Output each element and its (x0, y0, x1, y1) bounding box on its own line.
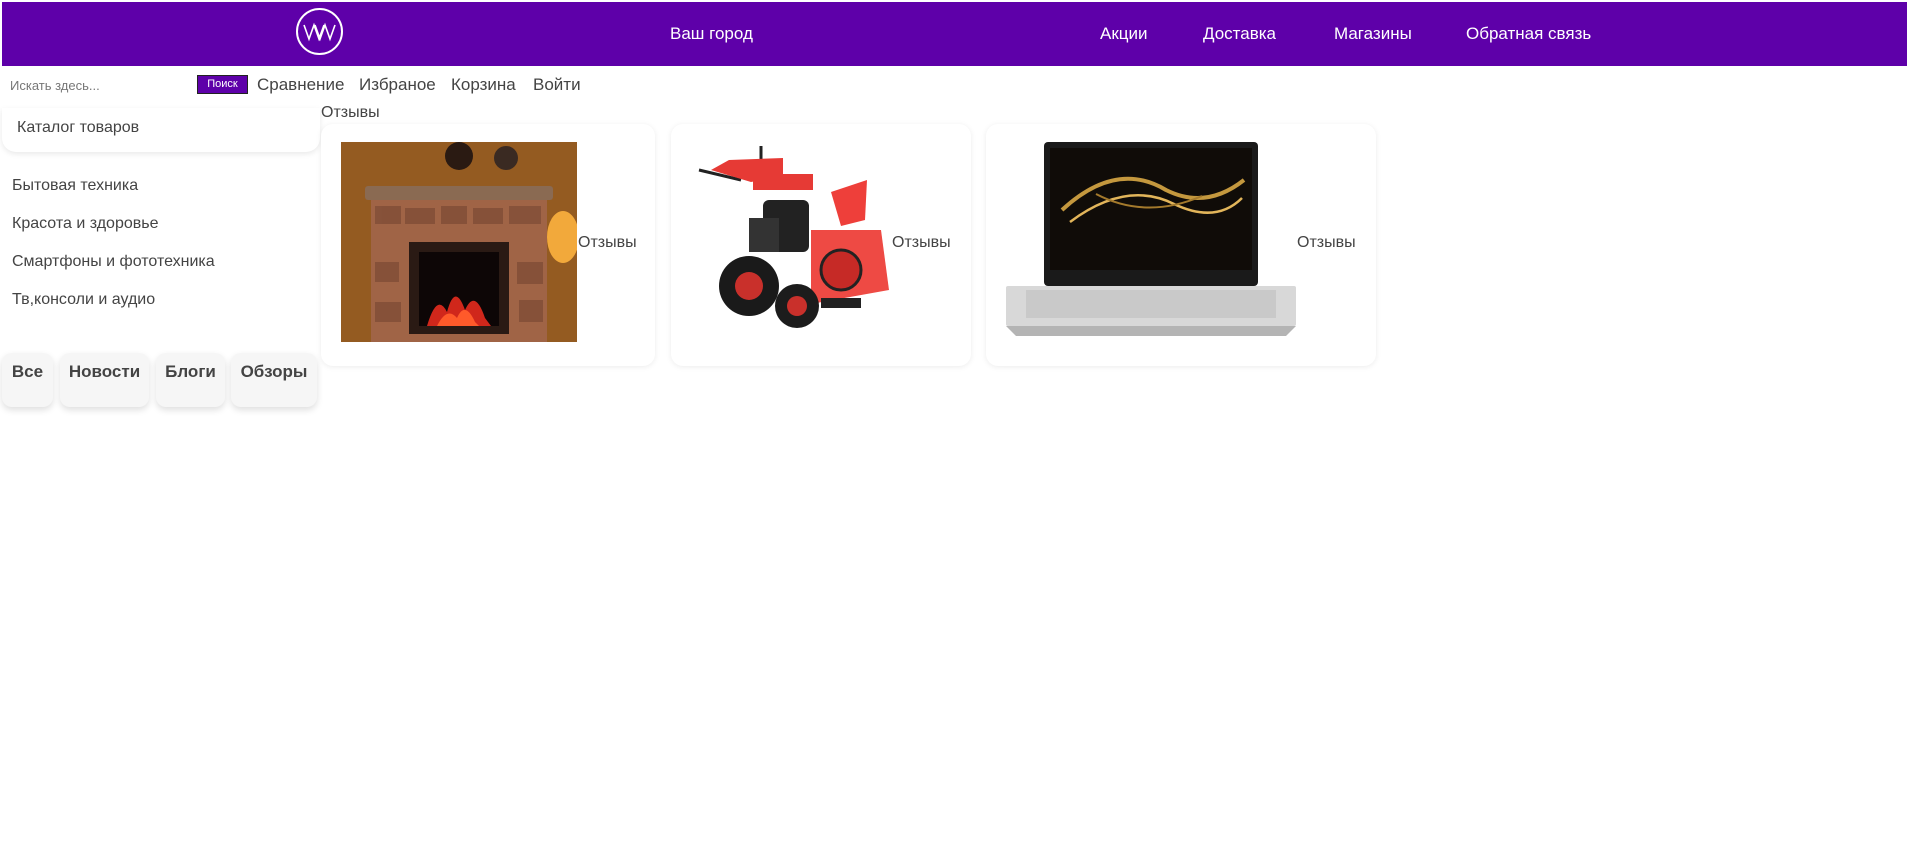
product-reviews-link[interactable]: Отзывы (892, 234, 951, 252)
tag-blogs[interactable]: Блоги (156, 353, 225, 407)
tag-news[interactable]: Новости (60, 353, 149, 407)
product-card[interactable]: Отзывы (671, 124, 971, 366)
category-appliances[interactable]: Бытовая техника (12, 177, 138, 195)
category-smartphones-photo[interactable]: Смартфоны и фототехника (12, 253, 215, 271)
city-selector[interactable]: Ваш город (670, 24, 753, 44)
product-reviews-link[interactable]: Отзывы (1297, 234, 1356, 252)
search-button[interactable]: Поиск (197, 75, 248, 94)
nav-feedback[interactable]: Обратная связь (1466, 24, 1591, 44)
snowblower-image (698, 146, 889, 328)
tag-all[interactable]: Все (2, 353, 53, 407)
product-card[interactable]: Отзывы (321, 124, 655, 366)
favorites-link[interactable]: Избраное (359, 75, 436, 95)
product-card[interactable]: Отзывы (986, 124, 1376, 366)
nav-delivery[interactable]: Доставка (1203, 24, 1276, 44)
catalog-button[interactable]: Каталог товаров (2, 108, 320, 152)
logo[interactable] (296, 8, 343, 55)
compare-link[interactable]: Сравнение (257, 75, 344, 95)
tag-reviews[interactable]: Обзоры (231, 353, 317, 407)
category-tv-consoles-audio[interactable]: Тв,консоли и аудио (12, 291, 155, 309)
logo-mark (303, 22, 336, 42)
category-beauty-health[interactable]: Красота и здоровье (12, 215, 158, 233)
login-link[interactable]: Войти (533, 75, 581, 95)
laptop-image (1006, 142, 1296, 336)
cart-link[interactable]: Корзина (451, 75, 516, 95)
site-header: Ваш город Акции Доставка Магазины Обратн… (2, 2, 1907, 66)
nav-stores[interactable]: Магазины (1334, 24, 1412, 44)
nav-promotions[interactable]: Акции (1100, 24, 1148, 44)
catalog-title: Каталог товаров (17, 119, 140, 136)
search-input[interactable] (10, 76, 190, 94)
product-reviews-link[interactable]: Отзывы (578, 234, 637, 252)
reviews-heading[interactable]: Отзывы (321, 104, 380, 122)
fireplace-image (341, 142, 577, 342)
